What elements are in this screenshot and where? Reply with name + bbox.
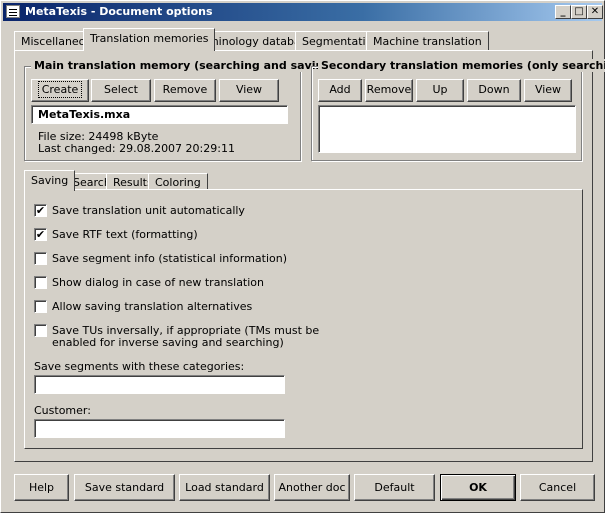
categories-input[interactable]	[34, 375, 285, 394]
app-icon[interactable]	[6, 5, 20, 18]
customer-input[interactable]	[34, 419, 285, 438]
main-tm-file-field[interactable]: MetaTexis.mxa	[31, 105, 288, 124]
secondary-tm-group: Secondary translation memories (only sea…	[311, 59, 605, 161]
label-save-segment-info: Save segment info (statistical informati…	[52, 252, 288, 265]
main-tm-file-name: MetaTexis.mxa	[38, 108, 131, 121]
customer-label: Customer:	[34, 404, 91, 417]
create-button[interactable]: Create	[31, 79, 89, 102]
help-button[interactable]: Help	[14, 474, 69, 501]
main-tm-group: Main translation memory (searching and s…	[24, 59, 340, 161]
label-save-tu-auto: Save translation unit automatically	[52, 204, 245, 217]
label-allow-alternatives: Allow saving translation alternatives	[52, 300, 253, 313]
checkbox-save-rtf[interactable]: ✔	[34, 228, 47, 241]
dialog-window: MetaTexis - Document options _ □ ✕ Misce…	[0, 0, 605, 513]
remove-secondary-button[interactable]: Remove	[365, 79, 413, 102]
minimize-button[interactable]: _	[555, 5, 571, 19]
checkbox-show-dialog[interactable]	[34, 276, 47, 289]
label-show-dialog: Show dialog in case of new translation	[52, 276, 265, 289]
ok-button[interactable]: OK	[440, 474, 516, 501]
another-doc-button[interactable]: Another doc	[274, 474, 350, 501]
select-button[interactable]: Select	[91, 79, 151, 102]
subtab-saving[interactable]: Saving	[24, 170, 76, 191]
view-secondary-button[interactable]: View	[524, 79, 572, 102]
checkbox-allow-alternatives[interactable]	[34, 300, 47, 313]
secondary-tm-list[interactable]	[318, 105, 576, 153]
default-button[interactable]: Default	[354, 474, 435, 501]
last-changed-text: Last changed: 29.08.2007 20:29:11	[38, 142, 235, 155]
maximize-button[interactable]: □	[571, 5, 587, 19]
secondary-tm-legend: Secondary translation memories (only sea…	[318, 59, 605, 72]
close-button[interactable]: ✕	[587, 5, 603, 19]
save-standard-button[interactable]: Save standard	[74, 474, 175, 501]
add-button[interactable]: Add	[318, 79, 362, 102]
cancel-button[interactable]: Cancel	[520, 474, 595, 501]
checkbox-save-segment-info[interactable]	[34, 252, 47, 265]
categories-label: Save segments with these categories:	[34, 360, 245, 373]
main-tm-legend: Main translation memory (searching and s…	[31, 59, 340, 72]
checkbox-save-inversally[interactable]	[34, 324, 47, 337]
tab-translation-memories[interactable]: Translation memories	[83, 28, 216, 51]
up-button[interactable]: Up	[416, 79, 464, 102]
subtab-coloring[interactable]: Coloring	[148, 173, 208, 190]
label-save-rtf: Save RTF text (formatting)	[52, 228, 198, 241]
checkbox-save-tu-auto[interactable]: ✔	[34, 204, 47, 217]
label-save-inversally-line2: enabled for inverse saving and searching…	[52, 336, 284, 349]
view-main-button[interactable]: View	[219, 79, 279, 102]
down-button[interactable]: Down	[467, 79, 521, 102]
tab-machine-translation[interactable]: Machine translation	[366, 31, 489, 51]
title-bar[interactable]: MetaTexis - Document options _ □ ✕	[3, 3, 603, 21]
window-title: MetaTexis - Document options	[25, 5, 213, 18]
tab-page-translation-memories: Main translation memory (searching and s…	[14, 50, 605, 462]
remove-main-button[interactable]: Remove	[154, 79, 216, 102]
load-standard-button[interactable]: Load standard	[179, 474, 270, 501]
saving-page: ✔ Save translation unit automatically ✔ …	[24, 189, 583, 449]
